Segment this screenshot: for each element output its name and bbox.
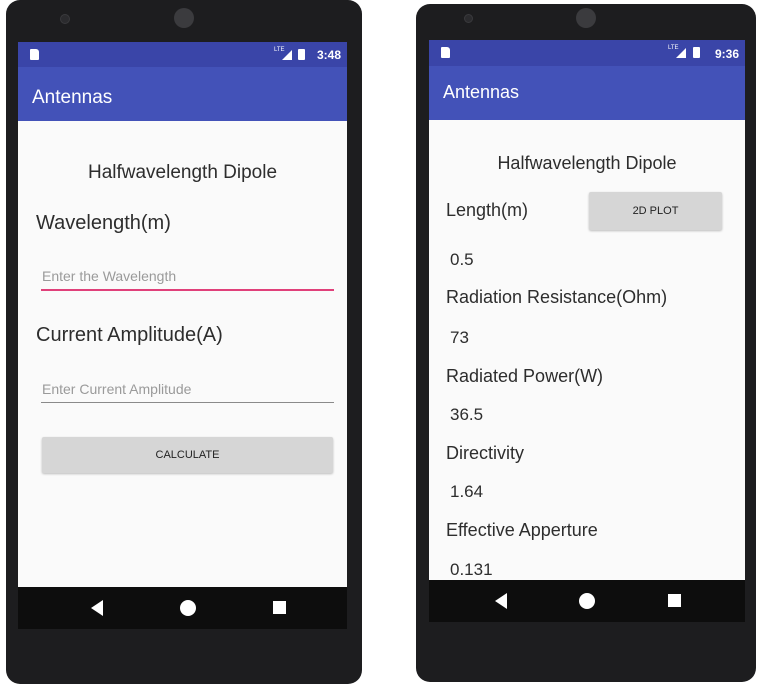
status-time: 3:48 <box>316 48 341 62</box>
radiated-power-value: 36.5 <box>450 405 484 424</box>
effective-aperture-value: 0.131 <box>450 560 493 579</box>
status-bar: LTE 9:36 <box>429 40 745 66</box>
status-time: 9:36 <box>714 47 739 61</box>
radiated-power-label: Radiated Power(W) <box>446 366 604 386</box>
screen-heading: Halfwavelength Dipole <box>87 162 278 183</box>
current-amplitude-label: Current Amplitude(A) <box>36 324 223 346</box>
wavelength-label: Wavelength(m) <box>36 212 171 234</box>
home-icon[interactable] <box>579 593 595 609</box>
app-bar: Antennas <box>18 67 347 121</box>
status-bar: LTE 3:48 <box>18 42 347 67</box>
sd-card-icon <box>30 49 39 60</box>
current-amplitude-input[interactable]: Enter Current Amplitude <box>42 381 191 397</box>
right-phone-frame: LTE 9:36 Antennas Halfwavelength Dipole … <box>416 4 756 682</box>
back-icon[interactable] <box>495 593 507 609</box>
screen-heading: Halfwavelength Dipole <box>497 153 677 173</box>
recents-icon[interactable] <box>273 601 286 614</box>
navigation-bar <box>18 587 347 629</box>
earpiece-speaker <box>174 8 194 28</box>
current-amplitude-underline <box>41 402 334 403</box>
lte-signal-icon <box>282 50 292 60</box>
wavelength-input[interactable]: Enter the Wavelength <box>42 268 176 284</box>
length-label: Length(m) <box>446 200 529 220</box>
battery-icon <box>693 47 700 58</box>
length-value: 0.5 <box>450 250 474 269</box>
lte-signal-icon <box>676 48 686 58</box>
sd-card-icon <box>441 47 450 58</box>
effective-aperture-label: Effective Apperture <box>446 520 598 540</box>
directivity-label: Directivity <box>446 443 525 463</box>
radiation-resistance-label: Radiation Resistance(Ohm) <box>446 287 668 307</box>
calculate-button[interactable]: CALCULATE <box>42 437 333 473</box>
home-icon[interactable] <box>180 600 196 616</box>
radiation-resistance-value: 73 <box>450 328 469 347</box>
navigation-bar <box>429 580 745 622</box>
front-camera <box>60 14 70 24</box>
recents-icon[interactable] <box>668 594 681 607</box>
left-phone-frame: LTE 3:48 Antennas Halfwavelength Dipole … <box>6 0 362 684</box>
right-screen: LTE 9:36 Antennas Halfwavelength Dipole … <box>429 40 745 622</box>
wavelength-underline <box>41 289 334 291</box>
back-icon[interactable] <box>91 600 103 616</box>
battery-icon <box>298 49 305 60</box>
app-title: Antennas <box>32 87 113 108</box>
2d-plot-button[interactable]: 2D PLOT <box>589 192 722 230</box>
front-camera <box>464 14 473 23</box>
earpiece-speaker <box>576 8 596 28</box>
left-screen: LTE 3:48 Antennas Halfwavelength Dipole … <box>18 42 347 629</box>
app-title: Antennas <box>443 82 520 102</box>
app-bar: Antennas <box>429 66 745 120</box>
directivity-value: 1.64 <box>450 482 484 501</box>
